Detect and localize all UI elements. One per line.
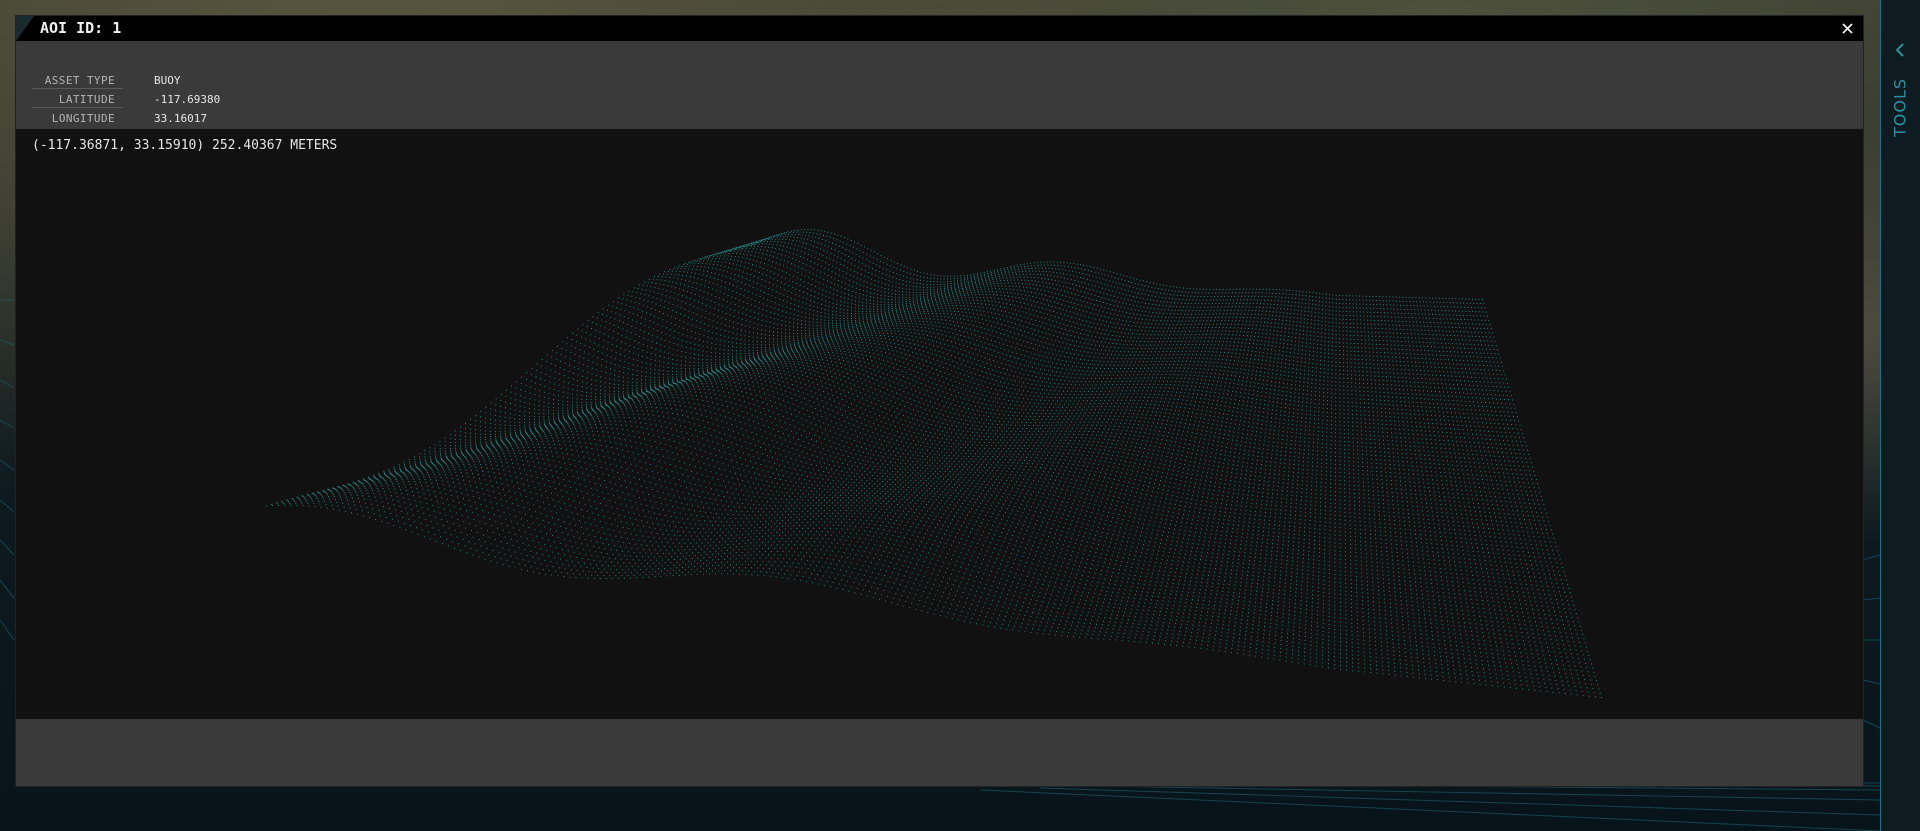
info-value: BUOY [154,74,181,87]
tools-label: TOOLS [1890,77,1910,137]
aoi-modal: AOI ID: 1 ASSET TYPE BUOY LATITUDE -117.… [16,16,1863,786]
cursor-coordinate-readout: (-117.36871, 33.15910) 252.40367 METERS [32,138,338,153]
info-row-latitude: LATITUDE -117.69380 [32,91,232,109]
info-key: LATITUDE [32,91,123,108]
modal-titlebar: AOI ID: 1 [16,16,1863,41]
titlebar-notch [16,16,34,41]
info-row-longitude: LONGITUDE 33.16017 [32,110,232,128]
info-key: LONGITUDE [51,112,115,125]
tools-tab[interactable]: TOOLS [1884,32,1916,142]
info-value: -117.69380 [154,93,221,106]
terrain-3d-viewport[interactable]: (-117.36871, 33.15910) 252.40367 METERS [16,129,1863,719]
asset-info-panel: ASSET TYPE BUOY LATITUDE -117.69380 LONG… [16,41,1863,129]
terrain-point-cloud[interactable] [16,129,1863,719]
info-row-asset-type: ASSET TYPE BUOY [32,72,232,90]
bottom-panel [16,719,1863,786]
info-value: 33.16017 [154,112,207,125]
close-icon[interactable] [1839,20,1856,37]
modal-title: AOI ID: 1 [40,19,122,37]
info-key: ASSET TYPE [32,72,123,89]
chevron-left-icon[interactable] [1892,42,1908,58]
